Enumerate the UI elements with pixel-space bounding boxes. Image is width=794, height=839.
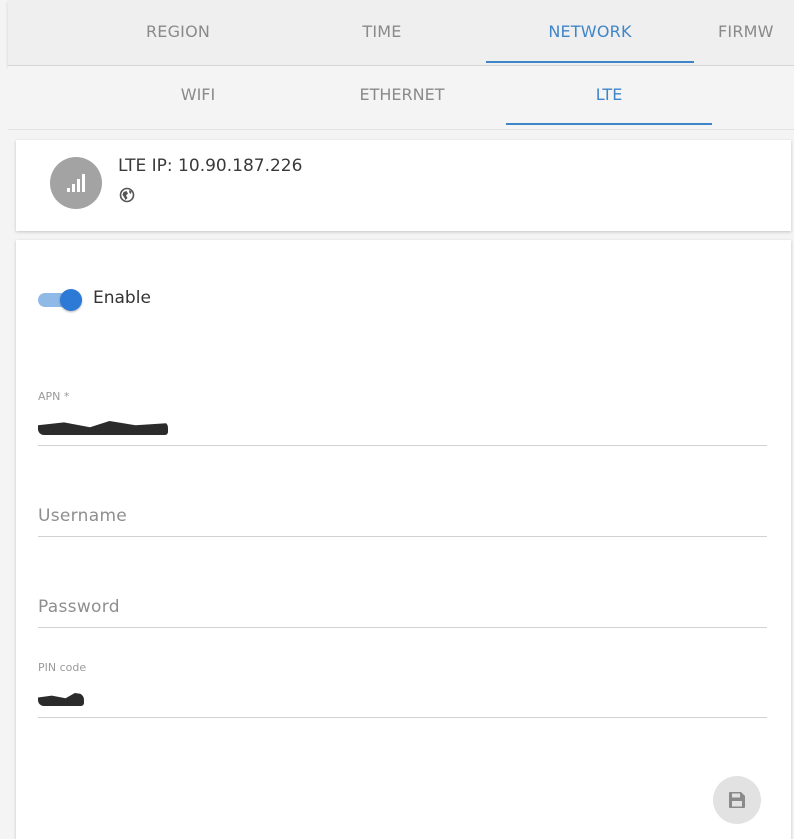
toggle-thumb <box>60 289 82 311</box>
tab-wifi[interactable]: WIFI <box>98 66 298 128</box>
floppy-disk-icon <box>729 792 745 808</box>
lte-settings-form: Enable APN * Username Password PIN code <box>16 240 791 839</box>
apn-field[interactable]: APN * <box>38 388 767 446</box>
globe-icon <box>119 187 135 203</box>
tab-lte[interactable]: LTE <box>506 66 712 128</box>
tab-active-indicator <box>486 61 694 63</box>
tab-ethernet[interactable]: ETHERNET <box>302 66 502 128</box>
tab-time[interactable]: TIME <box>282 0 482 65</box>
apn-value-redacted <box>38 421 168 435</box>
tab-region[interactable]: REGION <box>78 0 278 65</box>
password-field[interactable]: Password <box>38 596 767 628</box>
tab-network[interactable]: NETWORK <box>486 0 694 65</box>
password-placeholder: Password <box>38 597 120 617</box>
signal-avatar <box>50 157 102 209</box>
tab-firmware[interactable]: FIRMW <box>718 0 794 65</box>
pin-value-redacted <box>38 693 84 706</box>
apn-label: APN * <box>38 390 70 403</box>
signal-bars-icon <box>67 174 85 192</box>
pin-code-field[interactable]: PIN code <box>38 659 767 718</box>
username-field[interactable]: Username <box>38 506 767 537</box>
username-placeholder: Username <box>38 506 128 526</box>
save-button[interactable] <box>713 776 761 824</box>
enable-toggle[interactable] <box>38 289 88 311</box>
lte-ip-address: LTE IP: 10.90.187.226 <box>118 156 303 176</box>
sub-tab-bar: WIFI ETHERNET LTE <box>8 66 794 130</box>
subtab-active-indicator <box>506 123 712 125</box>
lte-status-card: LTE IP: 10.90.187.226 <box>16 140 791 231</box>
top-tab-bar: REGION TIME NETWORK FIRMW <box>8 0 794 66</box>
enable-label: Enable <box>93 288 151 308</box>
pin-code-label: PIN code <box>38 661 87 674</box>
